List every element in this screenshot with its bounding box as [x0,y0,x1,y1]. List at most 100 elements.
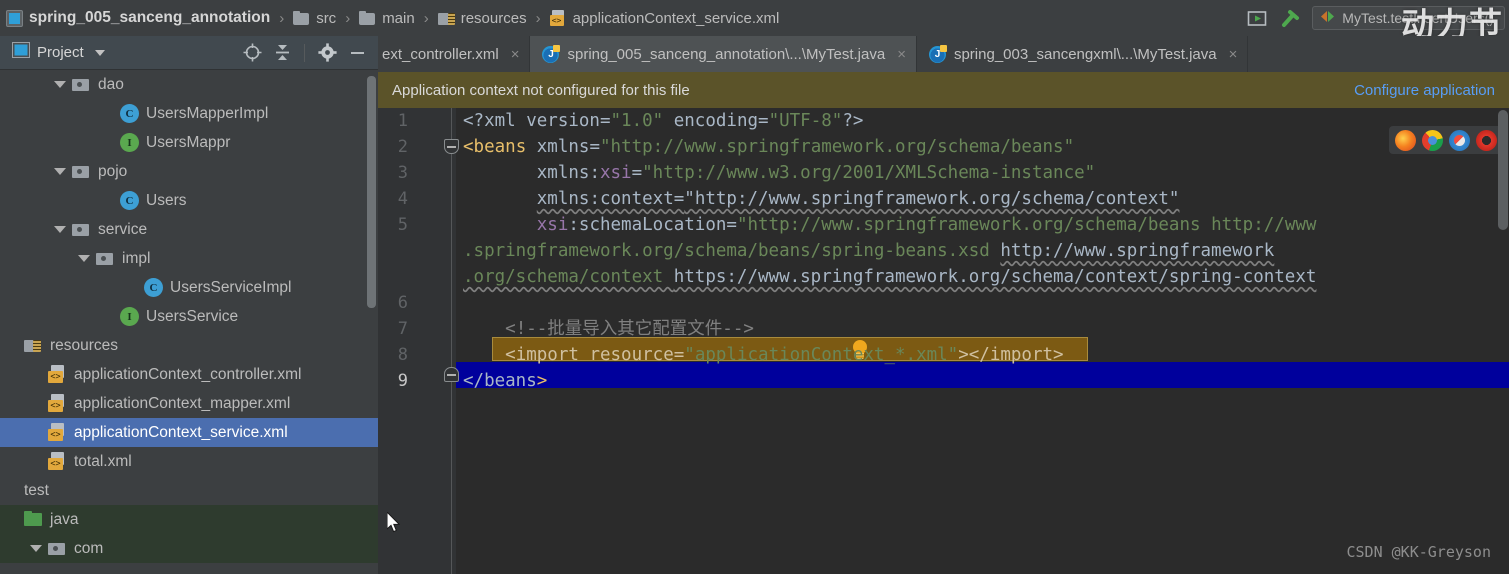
chevron-down-icon[interactable] [48,81,72,88]
tree-item-applicationcontext-controller-xml[interactable]: applicationContext_controller.xml [0,360,378,389]
line-number: 1 [397,111,408,131]
tree-item-users[interactable]: C Users [0,186,378,215]
close-icon[interactable]: × [511,46,520,63]
code-editor[interactable]: 1 2 3 4 5 6 7 8 9 <?xml version="1.0" en… [378,108,1509,574]
idea-java-icon [928,44,947,63]
editor-tab-bar: ext_controller.xml × spring_005_sanceng_… [378,36,1509,72]
breadcrumb-item-main[interactable]: main [359,10,415,27]
breadcrumb-separator: › [279,9,285,27]
tree-item-applicationcontext-service-xml[interactable]: applicationContext_service.xml [0,418,378,447]
editor-gutter[interactable]: 1 2 3 4 5 6 7 8 9 [378,108,459,574]
mouse-cursor [386,510,401,534]
gear-icon[interactable] [314,40,340,66]
folder-icon [359,10,376,27]
code-line-1: <?xml version="1.0" encoding="UTF-8"?> [463,108,863,134]
close-icon[interactable]: × [1229,46,1238,63]
tree-item-label: applicationContext_service.xml [74,423,288,441]
tree-item-label: UsersMapperImpl [146,104,269,122]
code-token: <?xml version= [463,111,611,131]
tree-item-label: service [98,220,148,238]
xml-file-icon [48,423,67,442]
code-line-5-part3: .org/schema/context https://www.springfr… [463,264,1316,290]
tree-item-usersserviceimpl[interactable]: C UsersServiceImpl [0,273,378,302]
code-token: ></import> [958,345,1064,365]
breadcrumb: spring_005_sanceng_annotation › src › ma… [0,9,1244,27]
code-line-3: xmlns:xsi="http://www.w3.org/2001/XMLSch… [463,160,1095,186]
editor-tab-mytest-005[interactable]: spring_005_sanceng_annotation\...\MyTest… [530,36,917,72]
code-token: <import resource= [505,345,685,365]
editor-area: ext_controller.xml × spring_005_sanceng_… [378,36,1509,574]
close-icon[interactable]: × [897,46,906,63]
editor-tab-label: ext_controller.xml [382,45,499,63]
tree-item-total-xml[interactable]: total.xml [0,447,378,476]
chevron-down-icon[interactable] [72,255,96,262]
project-panel-header: Project [0,36,378,70]
breadcrumb-item-file[interactable]: applicationContext_service.xml [549,9,779,27]
configure-application-link[interactable]: Configure application [1354,82,1495,99]
editor-scrollbar[interactable] [1497,108,1509,574]
tree-item-usersmapperimpl[interactable]: C UsersMapperImpl [0,99,378,128]
safari-icon[interactable] [1449,129,1470,151]
tree-item-usersmappr[interactable]: I UsersMappr [0,128,378,157]
watermark-csdn: CSDN @KK-Greyson [1346,543,1492,561]
editor-notification-bar: Application context not configured for t… [378,72,1509,108]
tree-item-resources[interactable]: resources [0,331,378,360]
select-opened-file-icon[interactable] [239,40,265,66]
tree-item-pojo[interactable]: pojo [0,157,378,186]
tree-item-impl[interactable]: impl [0,244,378,273]
collapse-all-icon[interactable] [269,40,295,66]
idea-java-icon [542,44,561,63]
code-token: "http://www.springframework.org/schema/c… [684,189,1180,209]
editor-scrollbar-thumb[interactable] [1498,110,1508,230]
breadcrumb-item-project[interactable]: spring_005_sanceng_annotation [6,9,270,27]
tree-item-service[interactable]: service [0,215,378,244]
tree-item-java[interactable]: java [0,505,378,534]
line-number: 4 [397,189,408,209]
chevron-down-icon[interactable] [48,168,72,175]
project-panel-toolbar [239,40,370,66]
code-text[interactable]: <?xml version="1.0" encoding="UTF-8"?> <… [456,108,1509,574]
tree-item-label: java [50,510,79,528]
chevron-down-icon[interactable] [94,49,105,56]
tree-item-applicationcontext-mapper-xml[interactable]: applicationContext_mapper.xml [0,389,378,418]
line-number: 3 [397,163,408,183]
build-hammer-icon[interactable] [1278,6,1304,30]
module-icon [6,9,23,27]
class-icon: C [144,278,163,297]
code-token: .org/schema/context [463,267,674,287]
tree-item-label: total.xml [74,452,132,470]
sidebar-scrollbar-thumb[interactable] [367,76,376,308]
tree-item-test[interactable]: test [0,476,378,505]
top-navigation-bar: spring_005_sanceng_annotation › src › ma… [0,0,1509,44]
breadcrumb-item-src[interactable]: src [293,10,336,27]
breadcrumb-label-src: src [316,9,337,27]
tree-item-label: impl [122,249,151,267]
code-token: "1.0" [610,111,664,131]
breadcrumb-item-resources[interactable]: resources [437,10,527,27]
editor-tab-controller-xml[interactable]: ext_controller.xml × [378,36,531,72]
tree-item-dao[interactable]: dao [0,70,378,99]
tree-item-label: Users [146,191,187,209]
tree-item-usersservice[interactable]: I UsersService [0,302,378,331]
code-token: "applicationContext_*.xml" [684,345,959,365]
chevron-down-icon[interactable] [48,226,72,233]
tree-item-label: test [24,481,49,499]
line-number: 9 [397,371,408,391]
chevron-down-icon[interactable] [24,545,48,552]
run-icon[interactable] [1244,6,1270,30]
browser-preview-toolbar[interactable] [1389,126,1503,154]
tree-item-com[interactable]: com [0,534,378,563]
hide-icon[interactable] [344,40,370,66]
code-line-4: xmlns:context="http://www.springframewor… [463,186,1180,212]
editor-tab-mytest-003[interactable]: spring_003_sancengxml\...\MyTest.java × [917,36,1249,72]
firefox-icon[interactable] [1395,129,1416,151]
project-tool-window: Project dao C UsersMapperImpl I UsersMap… [0,36,378,574]
chrome-icon[interactable] [1422,129,1443,151]
breadcrumb-separator: › [423,9,429,27]
line-number: 2 [397,137,408,157]
project-tree[interactable]: dao C UsersMapperImpl I UsersMappr pojo C Users… [0,70,378,574]
code-line-2: <beans xmlns="http://www.springframework… [463,134,1074,160]
code-line-8: <import resource="applicationContext_*.x… [463,342,1064,368]
opera-icon[interactable] [1476,129,1497,151]
code-token: xsi [599,163,632,183]
